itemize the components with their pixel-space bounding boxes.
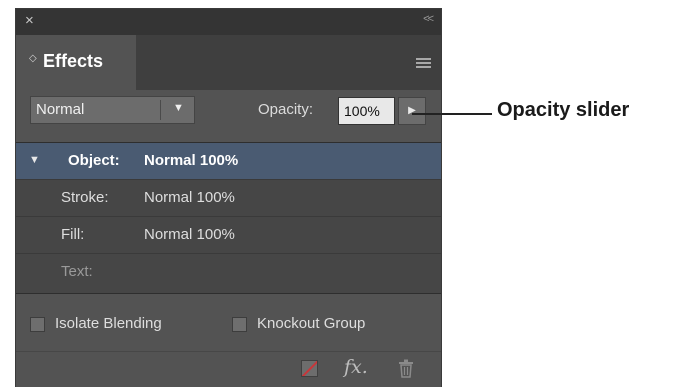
row-value: Normal 100% (144, 226, 235, 243)
effects-panel: × << ◇ Effects Normal ▼ Opacity: 100% ▶ … (15, 8, 442, 387)
knockout-group-label: Knockout Group (257, 315, 366, 332)
list-item-fill[interactable]: Fill: Normal 100% (16, 217, 441, 254)
opacity-value: 100% (344, 103, 380, 119)
trash-icon[interactable] (398, 359, 414, 378)
row-value: Normal 100% (144, 152, 239, 169)
knockout-group-checkbox[interactable]: Knockout Group (232, 315, 412, 335)
blend-opacity-controls: Normal ▼ Opacity: 100% ▶ (16, 90, 441, 142)
dropdown-divider (160, 100, 161, 120)
footer-divider (16, 351, 441, 352)
opacity-slider-button[interactable]: ▶ (398, 97, 426, 125)
list-item-text[interactable]: Text: (16, 254, 441, 291)
callout-line (412, 113, 492, 115)
list-item-stroke[interactable]: Stroke: Normal 100% (16, 180, 441, 217)
tab-effects-label: Effects (43, 51, 104, 71)
effects-target-list: ▼ Object: Normal 100% Stroke: Normal 100… (16, 142, 441, 294)
opacity-label: Opacity: (258, 101, 314, 118)
tab-effects[interactable]: ◇ Effects (16, 35, 136, 90)
close-icon[interactable]: × (25, 11, 34, 31)
opacity-input[interactable]: 100% (338, 97, 395, 125)
fx-icon[interactable]: fx. (344, 356, 368, 378)
blend-mode-value: Normal (36, 101, 85, 118)
callout-label: Opacity slider (497, 99, 630, 121)
isolate-blending-label: Isolate Blending (55, 315, 162, 332)
row-label: Text: (61, 263, 93, 280)
collapse-panel-icon[interactable]: << (423, 13, 434, 25)
panel-titlebar: × << (16, 9, 441, 35)
panel-menu-icon[interactable] (416, 58, 431, 69)
list-item-object[interactable]: ▼ Object: Normal 100% (16, 143, 441, 180)
disclosure-triangle-icon[interactable]: ▼ (29, 154, 40, 166)
checkbox-box[interactable] (232, 317, 247, 332)
blend-mode-dropdown[interactable]: Normal ▼ (30, 96, 195, 124)
row-label: Fill: (61, 226, 85, 243)
row-label: Object: (68, 152, 120, 169)
clear-effects-icon[interactable] (301, 360, 318, 377)
tab-reorder-icon: ◇ (29, 53, 37, 64)
checkbox-box[interactable] (30, 317, 45, 332)
triangle-down-icon: ▼ (173, 102, 184, 114)
row-value: Normal 100% (144, 189, 235, 206)
row-label: Stroke: (61, 189, 109, 206)
isolate-blending-checkbox[interactable]: Isolate Blending (30, 315, 200, 335)
panel-tab-row: ◇ Effects (16, 35, 441, 90)
panel-footer: Isolate Blending Knockout Group fx. (16, 292, 441, 387)
